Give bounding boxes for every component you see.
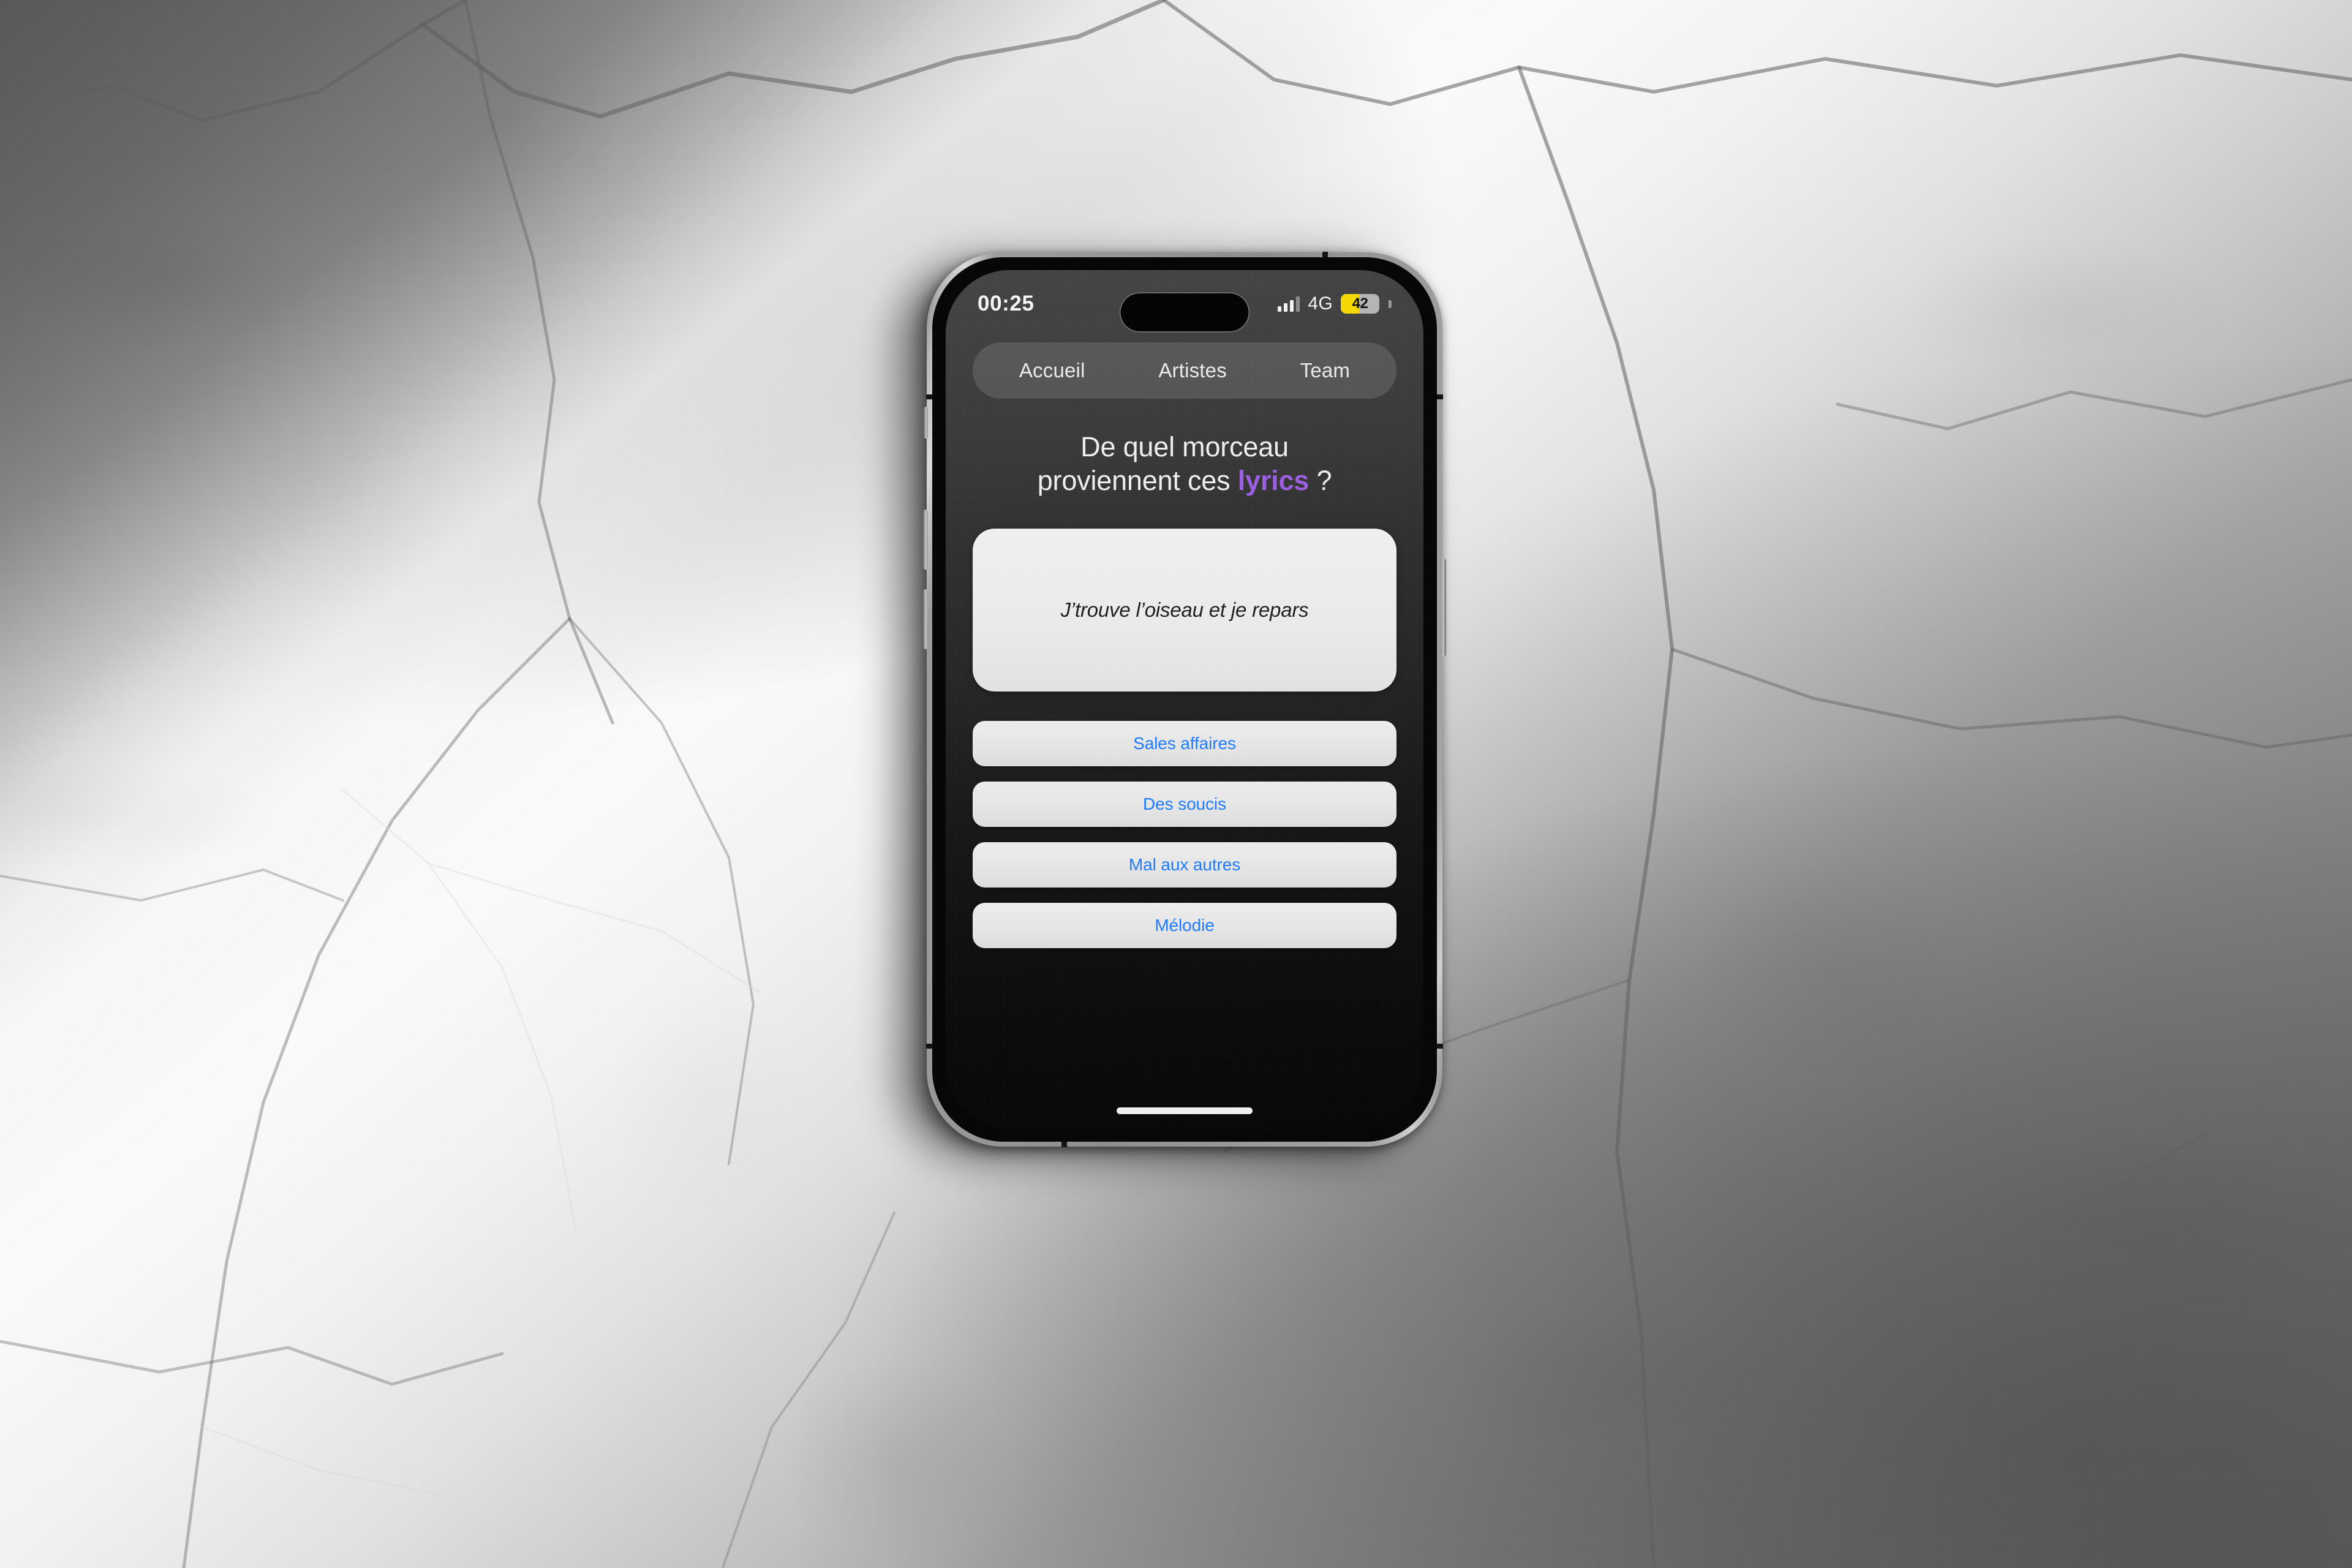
action-button[interactable] <box>924 407 928 439</box>
status-bar: 00:25 4G 42 <box>946 285 1423 331</box>
battery-percent-label: 42 <box>1352 295 1368 312</box>
battery-icon: 42 <box>1341 294 1379 314</box>
iphone-mockup: 00:25 4G 42 Accueil Artistes Team De que… <box>899 252 1446 1158</box>
answer-option-4[interactable]: Mélodie <box>973 902 1396 948</box>
tab-accueil[interactable]: Accueil <box>1008 353 1096 388</box>
tab-bar: Accueil Artistes Team <box>973 342 1396 399</box>
volume-up-button[interactable] <box>923 510 928 570</box>
answer-option-2[interactable]: Des soucis <box>973 781 1396 827</box>
question-line-2-after: ? <box>1309 464 1332 496</box>
dynamic-island <box>1120 293 1249 331</box>
answer-option-2-label: Des soucis <box>1143 794 1226 813</box>
status-indicators: 4G 42 <box>1277 293 1392 314</box>
answer-option-3[interactable]: Mal aux autres <box>973 842 1396 888</box>
phone-frame: 00:25 4G 42 Accueil Artistes Team De que… <box>923 252 1446 1147</box>
phone-bezel: 00:25 4G 42 Accueil Artistes Team De que… <box>932 257 1437 1142</box>
cellular-signal-icon <box>1277 296 1300 312</box>
lyrics-text: J’trouve l’oiseau et je repars <box>1060 598 1309 621</box>
volume-down-button[interactable] <box>923 589 928 649</box>
battery-cap-icon <box>1389 300 1392 308</box>
tab-team[interactable]: Team <box>1289 353 1362 388</box>
status-time: 00:25 <box>978 292 1035 315</box>
power-button[interactable] <box>1441 559 1446 657</box>
question-heading: De quel morceau proviennent ces lyrics ? <box>973 431 1396 498</box>
answer-option-1[interactable]: Sales affaires <box>973 720 1396 766</box>
answer-option-3-label: Mal aux autres <box>1128 854 1241 874</box>
answer-option-1-label: Sales affaires <box>1133 733 1236 753</box>
question-line-2-before: proviennent ces <box>1037 464 1238 496</box>
phone-screen: 00:25 4G 42 Accueil Artistes Team De que… <box>946 270 1423 1129</box>
home-indicator[interactable] <box>1117 1107 1253 1114</box>
question-line-1: De quel morceau <box>1080 431 1289 462</box>
lyrics-card: J’trouve l’oiseau et je repars <box>973 528 1396 692</box>
tab-artistes[interactable]: Artistes <box>1147 353 1238 388</box>
answer-options-list: Sales affaires Des soucis Mal aux autres… <box>973 720 1396 948</box>
answer-option-4-label: Mélodie <box>1155 915 1215 935</box>
app-content: Accueil Artistes Team De quel morceau pr… <box>946 329 1423 1129</box>
network-type-label: 4G <box>1308 293 1333 314</box>
question-highlight-word: lyrics <box>1237 464 1310 496</box>
